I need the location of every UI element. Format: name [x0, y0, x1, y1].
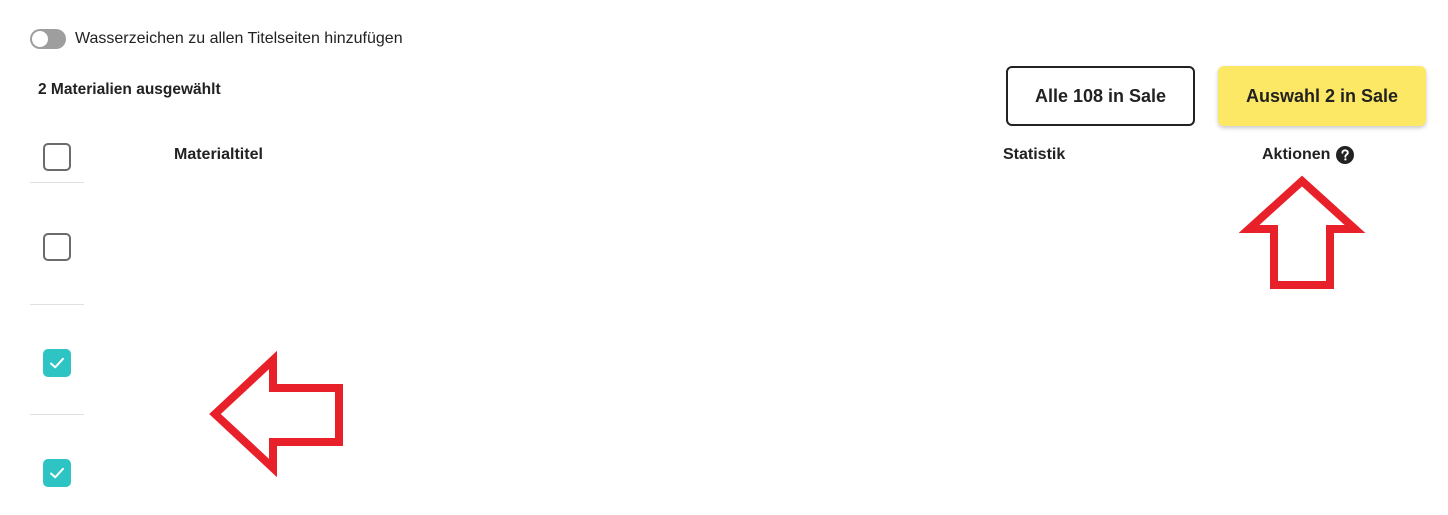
column-header-statistics: Statistik: [1003, 146, 1065, 164]
column-header-statistics-label: Statistik: [1003, 146, 1066, 163]
selected-count-text: 2 Materialien ausgewählt: [38, 81, 221, 98]
row-checkbox[interactable]: [43, 349, 71, 377]
row-divider: [30, 304, 84, 305]
column-header-title-label: Materialtitel: [174, 146, 263, 163]
toggle-knob: [32, 31, 48, 47]
row-divider: [30, 182, 84, 183]
row-checkbox[interactable]: [43, 459, 71, 487]
up-arrow-annotation: [1238, 175, 1366, 289]
row-checkbox[interactable]: [43, 233, 71, 261]
column-header-title: Materialtitel: [174, 146, 263, 164]
left-arrow-annotation: [209, 350, 343, 478]
check-icon: [50, 467, 64, 479]
column-header-actions-label: Aktionen: [1262, 146, 1331, 163]
select-all-checkbox[interactable]: [43, 143, 71, 171]
check-icon: [50, 357, 64, 369]
watermark-toggle-switch[interactable]: [30, 29, 66, 49]
watermark-toggle-row: Wasserzeichen zu allen Titelseiten hinzu…: [30, 28, 403, 50]
sale-all-button[interactable]: Alle 108 in Sale: [1006, 66, 1195, 126]
row-divider: [30, 414, 84, 415]
sale-selection-button[interactable]: Auswahl 2 in Sale: [1218, 66, 1426, 126]
question-circle-icon[interactable]: [1336, 146, 1355, 164]
watermark-toggle-label: Wasserzeichen zu allen Titelseiten hinzu…: [75, 30, 403, 47]
column-header-actions: Aktionen: [1262, 146, 1355, 164]
